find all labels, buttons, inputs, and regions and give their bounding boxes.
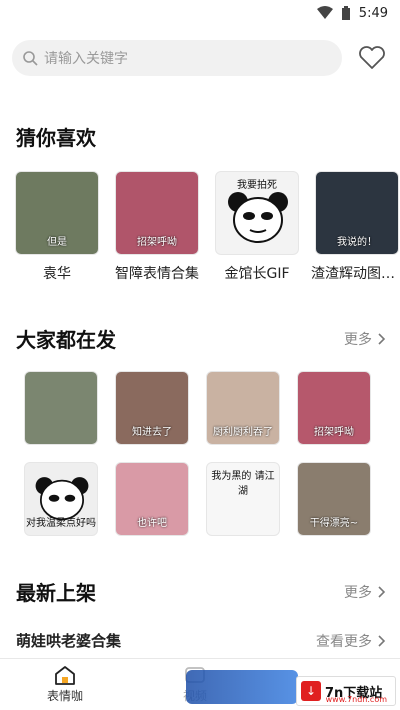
guess-item-name: 袁华 xyxy=(43,266,71,282)
thumbnail-caption: 也许吧 xyxy=(137,518,167,529)
heart-icon xyxy=(359,46,385,69)
nav-item-emoji[interactable]: 表情咖 xyxy=(0,659,130,710)
more-label: 更多 xyxy=(344,584,372,601)
thumbnail: 招架呼呦 xyxy=(115,171,199,255)
guess-item-name: 渣渣辉动图表情 xyxy=(311,266,400,282)
thumbnail: 但是 xyxy=(15,171,99,255)
status-time: 5:49 xyxy=(358,5,388,21)
download-icon: ↓ xyxy=(301,681,321,701)
watermark: ↓ 7n下载站 www.7ndn.com xyxy=(296,676,396,706)
section-title-hot: 大家都在发 xyxy=(16,328,116,352)
guess-item-name: 金馆长GIF xyxy=(224,266,290,282)
battery-icon xyxy=(341,6,350,20)
more-link-hot[interactable]: 更多 xyxy=(344,329,386,349)
nav-label: 表情咖 xyxy=(46,689,83,703)
search-icon xyxy=(23,51,38,66)
more-label: 更多 xyxy=(344,331,372,348)
section-title-guess: 猜你喜欢 xyxy=(16,126,96,150)
thumbnail-caption: 我为黑的 请江湖 xyxy=(211,471,275,497)
hot-item[interactable]: 对我温柔点好吗 xyxy=(24,462,98,536)
hot-item[interactable]: 我为黑的 请江湖 xyxy=(206,462,280,536)
thumbnail-caption: 但是 xyxy=(47,237,67,248)
hot-item[interactable]: 厨利厨利吞了 xyxy=(206,371,280,445)
favorites-button[interactable] xyxy=(356,42,388,74)
thumbnail-caption: 厨利厨利吞了 xyxy=(213,427,273,438)
view-more-link[interactable]: 查看更多 xyxy=(316,631,386,651)
view-more-label: 查看更多 xyxy=(316,633,372,650)
thumbnail: 我要拍死 xyxy=(215,171,299,255)
hot-grid: 知进去了 厨利厨利吞了 招架呼呦 对我温柔点好吗 也许吧 我为黑的 请江湖 干得… xyxy=(24,371,371,536)
chevron-right-icon xyxy=(378,634,386,647)
status-bar: 5:49 xyxy=(0,0,400,26)
section-header-latest: 最新上架 更多 xyxy=(16,577,386,606)
guess-item[interactable]: 但是 袁华 xyxy=(15,171,99,283)
guess-item-name: 智障表情合集 xyxy=(115,266,199,282)
hot-item[interactable]: 干得漂亮~ xyxy=(297,462,371,536)
section-header-hot: 大家都在发 更多 xyxy=(16,324,386,353)
search-placeholder: 请输入关键字 xyxy=(44,51,128,67)
thumbnail-caption: 我说的！ xyxy=(337,237,377,248)
watermark-sub: www.7ndn.com xyxy=(325,695,387,704)
hot-item[interactable]: 招架呼呦 xyxy=(297,371,371,445)
guess-item[interactable]: 招架呼呦 智障表情合集 xyxy=(115,171,199,283)
hot-item[interactable]: 知进去了 xyxy=(115,371,189,445)
guess-item[interactable]: 我要拍死 金馆长GIF xyxy=(215,171,299,283)
search-input[interactable]: 请输入关键字 xyxy=(12,40,342,76)
panda-face-icon xyxy=(228,192,288,243)
thumbnail-caption: 招架呼呦 xyxy=(314,427,354,438)
wifi-icon xyxy=(316,6,333,19)
more-link-latest[interactable]: 更多 xyxy=(344,582,386,602)
guess-list: 但是 袁华 招架呼呦 智障表情合集 我要拍死 金馆长GIF 我说的！ 渣渣辉动图… xyxy=(15,171,400,283)
home-icon xyxy=(55,666,75,685)
latest-collection-name: 萌娃哄老婆合集 xyxy=(16,632,122,650)
search-row: 请输入关键字 xyxy=(0,26,400,76)
thumbnail-caption: 招架呼呦 xyxy=(137,237,177,248)
chevron-right-icon xyxy=(378,332,386,345)
hot-item[interactable]: 也许吧 xyxy=(115,462,189,536)
thumbnail-caption: 干得漂亮~ xyxy=(309,518,359,529)
site-logo xyxy=(186,670,298,704)
hot-item[interactable] xyxy=(24,371,98,445)
thumbnail-caption: 知进去了 xyxy=(132,427,172,438)
section-title-latest: 最新上架 xyxy=(16,581,96,605)
thumbnail: 我说的！ xyxy=(315,171,399,255)
latest-item-row: 萌娃哄老婆合集 查看更多 xyxy=(16,630,386,651)
chevron-right-icon xyxy=(378,585,386,598)
thumbnail-caption: 对我温柔点好吗 xyxy=(26,518,96,529)
guess-item[interactable]: 我说的！ 渣渣辉动图表情 xyxy=(311,171,400,283)
